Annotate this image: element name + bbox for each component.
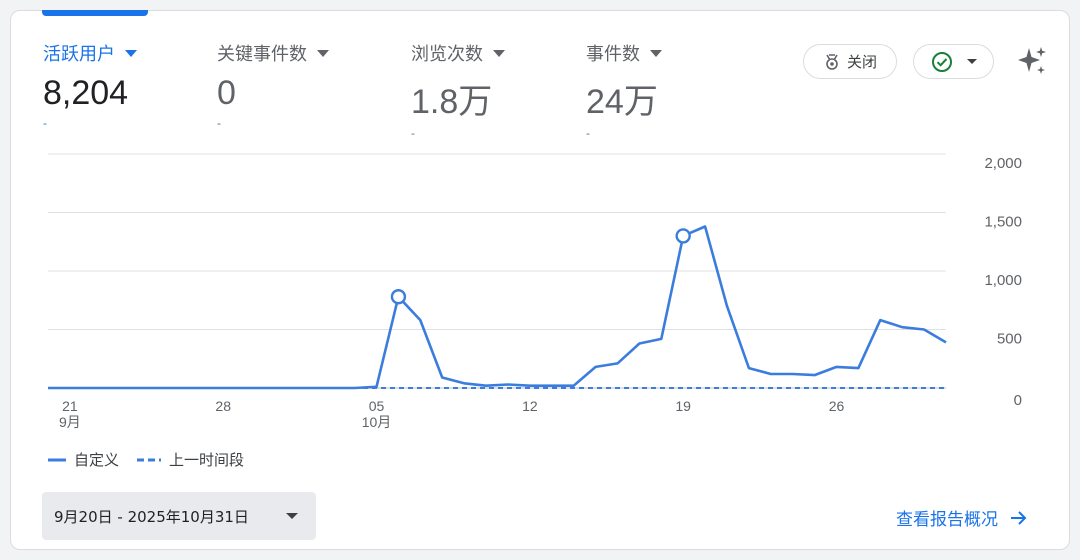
x-tick-label: 21: [62, 398, 78, 414]
chevron-down-icon: [286, 513, 298, 519]
x-tick-sublabel: 9月: [59, 414, 81, 430]
legend-dashed-line-icon: [137, 458, 162, 461]
x-tick-sublabel: 10月: [362, 414, 392, 430]
legend-item-current[interactable]: 自定义: [48, 449, 119, 470]
series-line-current: [48, 225, 947, 390]
annotation-marker: [390, 289, 407, 305]
view-report-label: 查看报告概况: [896, 510, 998, 530]
y-tick-label: 2,000: [984, 155, 1022, 172]
y-tick-label: 1,500: [984, 214, 1022, 231]
date-range-picker[interactable]: 9月20日 - 2025年10月31日: [42, 492, 316, 540]
x-tick-label: 28: [215, 398, 231, 414]
date-range-label: 9月20日 - 2025年10月31日: [54, 507, 249, 526]
x-tick-label: 19: [675, 398, 691, 414]
arrow-right-icon: [1011, 510, 1027, 525]
y-tick-label: 500: [997, 331, 1022, 348]
view-report-link[interactable]: 查看报告概况: [896, 505, 1028, 530]
chart-legend: 自定义 上一时间段: [48, 449, 244, 470]
y-tick-label: 1,000: [984, 272, 1022, 289]
legend-item-previous[interactable]: 上一时间段: [137, 449, 244, 470]
x-tick-label: 05: [369, 398, 385, 414]
legend-solid-line-icon: [48, 458, 66, 461]
legend-label: 上一时间段: [169, 451, 245, 469]
line-chart: 2,000 1,500 1,000 500 0 219月 28 0510月 12 19 26: [48, 153, 1022, 430]
x-tick-label: 12: [522, 398, 538, 414]
legend-label: 自定义: [74, 451, 120, 469]
y-tick-label: 0: [1014, 392, 1022, 409]
x-tick-label: 26: [829, 398, 845, 414]
annotation-marker: [675, 228, 691, 244]
